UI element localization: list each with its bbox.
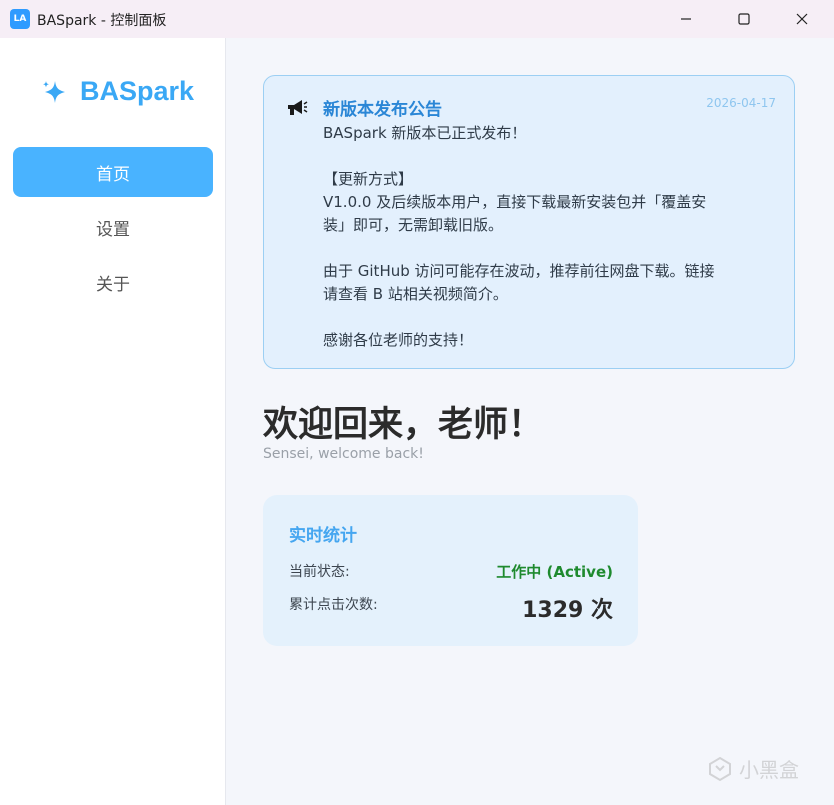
click-count-value: 1329 次 (522, 598, 613, 623)
click-count-label: 累计点击次数: (289, 597, 378, 613)
app-icon: LA (10, 9, 30, 29)
watermark-text: 小黑盒 (739, 758, 799, 782)
status-label: 当前状态: (289, 564, 350, 580)
sidebar: BASpark 首页 设置 关于 (0, 38, 226, 805)
minimize-icon (681, 18, 691, 20)
watermark: 小黑盒 (707, 754, 799, 783)
announcement-card: 新版本发布公告 2026-04-17 BASpark 新版本已正式发布！ 【更新… (263, 75, 795, 369)
app-logo: BASpark (40, 76, 194, 107)
sparkle-icon (43, 80, 65, 103)
title-bar: LA BASpark - 控制面板 (0, 0, 834, 38)
watermark-logo-icon (709, 756, 731, 781)
stats-title: 实时统计 (289, 526, 357, 546)
stats-card: 实时统计 当前状态: 工作中 (Active) 累计点击次数: 1329 次 (263, 495, 638, 646)
welcome-subtitle: Sensei, welcome back! (263, 446, 424, 462)
welcome-heading: 欢迎回来，老师！ (263, 405, 544, 445)
main-content: 新版本发布公告 2026-04-17 BASpark 新版本已正式发布！ 【更新… (226, 38, 834, 805)
megaphone-icon (286, 98, 308, 122)
close-button[interactable] (770, 0, 834, 38)
nav-item-home[interactable]: 首页 (13, 147, 213, 197)
window-title: BASpark - 控制面板 (37, 13, 167, 29)
nav-item-about[interactable]: 关于 (13, 257, 213, 307)
announcement-date: 2026-04-17 (706, 96, 776, 110)
minimize-button[interactable] (654, 0, 718, 38)
nav-item-settings[interactable]: 设置 (13, 202, 213, 252)
maximize-button[interactable] (712, 0, 776, 38)
status-value: 工作中 (Active) (496, 563, 613, 581)
close-icon (796, 13, 808, 25)
announcement-body: BASpark 新版本已正式发布！ 【更新方式】 V1.0.0 及后续版本用户，… (323, 124, 715, 349)
logo-text: BASpark (80, 76, 195, 106)
announcement-title: 新版本发布公告 (323, 100, 442, 120)
maximize-icon (738, 13, 750, 25)
